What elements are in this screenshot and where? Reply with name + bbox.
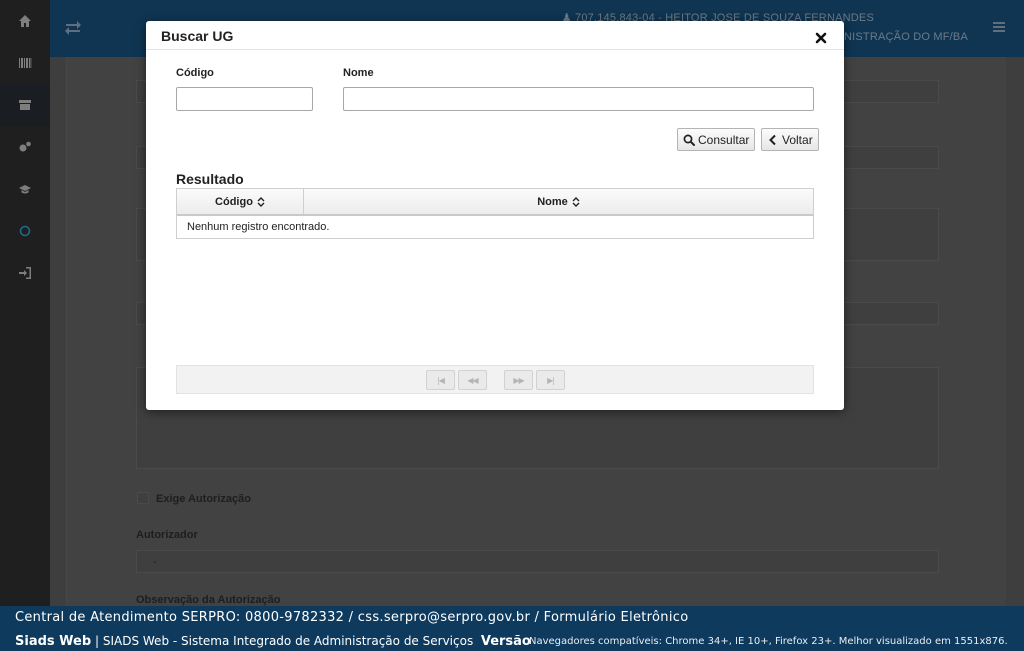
- dialog-title: Buscar UG: [161, 28, 234, 44]
- exige-autorizacao-checkbox[interactable]: [137, 492, 149, 504]
- home-icon[interactable]: [0, 0, 50, 42]
- buscar-ug-dialog: Buscar UG Código Nome Consultar Voltar R…: [146, 21, 844, 410]
- codigo-label: Código: [176, 67, 214, 79]
- table-header: Código Nome: [177, 189, 813, 216]
- column-header-codigo[interactable]: Código: [177, 189, 304, 214]
- graduation-cap-icon[interactable]: [0, 168, 50, 210]
- circle-icon[interactable]: [0, 210, 50, 252]
- close-icon[interactable]: [815, 32, 827, 44]
- barcode-icon[interactable]: [0, 42, 50, 84]
- swap-icon[interactable]: [64, 18, 82, 36]
- autorizador-field[interactable]: [136, 550, 939, 573]
- column-header-nome[interactable]: Nome: [304, 189, 813, 214]
- autorizador-value: -: [153, 556, 157, 568]
- sort-icon: [257, 196, 265, 207]
- voltar-label: Voltar: [782, 132, 813, 147]
- chevron-left-icon: [769, 134, 776, 145]
- left-sidebar: [0, 0, 50, 606]
- consultar-button[interactable]: Consultar: [677, 128, 756, 151]
- nome-input[interactable]: [343, 87, 814, 111]
- column-label: Código: [215, 195, 253, 208]
- version-label: Versão: [480, 634, 531, 649]
- menu-icon[interactable]: [992, 20, 1006, 34]
- footer-contact: Central de Atendimento SERPRO: 0800-9782…: [15, 610, 689, 625]
- browser-compat-note: Navegadores compatíveis: Chrome 34+, IE …: [529, 636, 1008, 647]
- resultado-title: Resultado: [176, 171, 244, 187]
- app-name: Siads Web: [15, 634, 92, 649]
- footer: Central de Atendimento SERPRO: 0800-9782…: [0, 606, 1024, 651]
- app-description: | SIADS Web - Sistema Integrado de Admin…: [95, 634, 474, 648]
- results-table: Código Nome Nenhum registro encontrado.: [176, 188, 814, 239]
- footer-app-info: Siads Web | SIADS Web - Sistema Integrad…: [15, 634, 531, 649]
- next-page-button[interactable]: ▶▶: [504, 370, 533, 390]
- prev-page-button[interactable]: ◀◀: [458, 370, 487, 390]
- last-page-button[interactable]: ▶|: [536, 370, 565, 390]
- codigo-input[interactable]: [176, 87, 313, 111]
- empty-message: Nenhum registro encontrado.: [187, 221, 330, 233]
- archive-icon[interactable]: [0, 84, 50, 126]
- search-icon: [683, 134, 695, 146]
- sign-in-icon[interactable]: [0, 252, 50, 294]
- paginator: |◀ ◀◀ ▶▶ ▶|: [176, 365, 814, 394]
- sort-icon: [572, 196, 580, 207]
- observacao-autorizacao-label: Observação da Autorização: [136, 594, 281, 606]
- column-label: Nome: [537, 195, 568, 208]
- first-page-button[interactable]: |◀: [426, 370, 455, 390]
- exige-autorizacao-label: Exige Autorização: [156, 493, 251, 505]
- dialog-header: Buscar UG: [146, 21, 844, 50]
- autorizador-label: Autorizador: [136, 529, 198, 541]
- gears-icon[interactable]: [0, 126, 50, 168]
- consultar-label: Consultar: [698, 132, 750, 147]
- nome-label: Nome: [343, 67, 374, 79]
- voltar-button[interactable]: Voltar: [761, 128, 819, 151]
